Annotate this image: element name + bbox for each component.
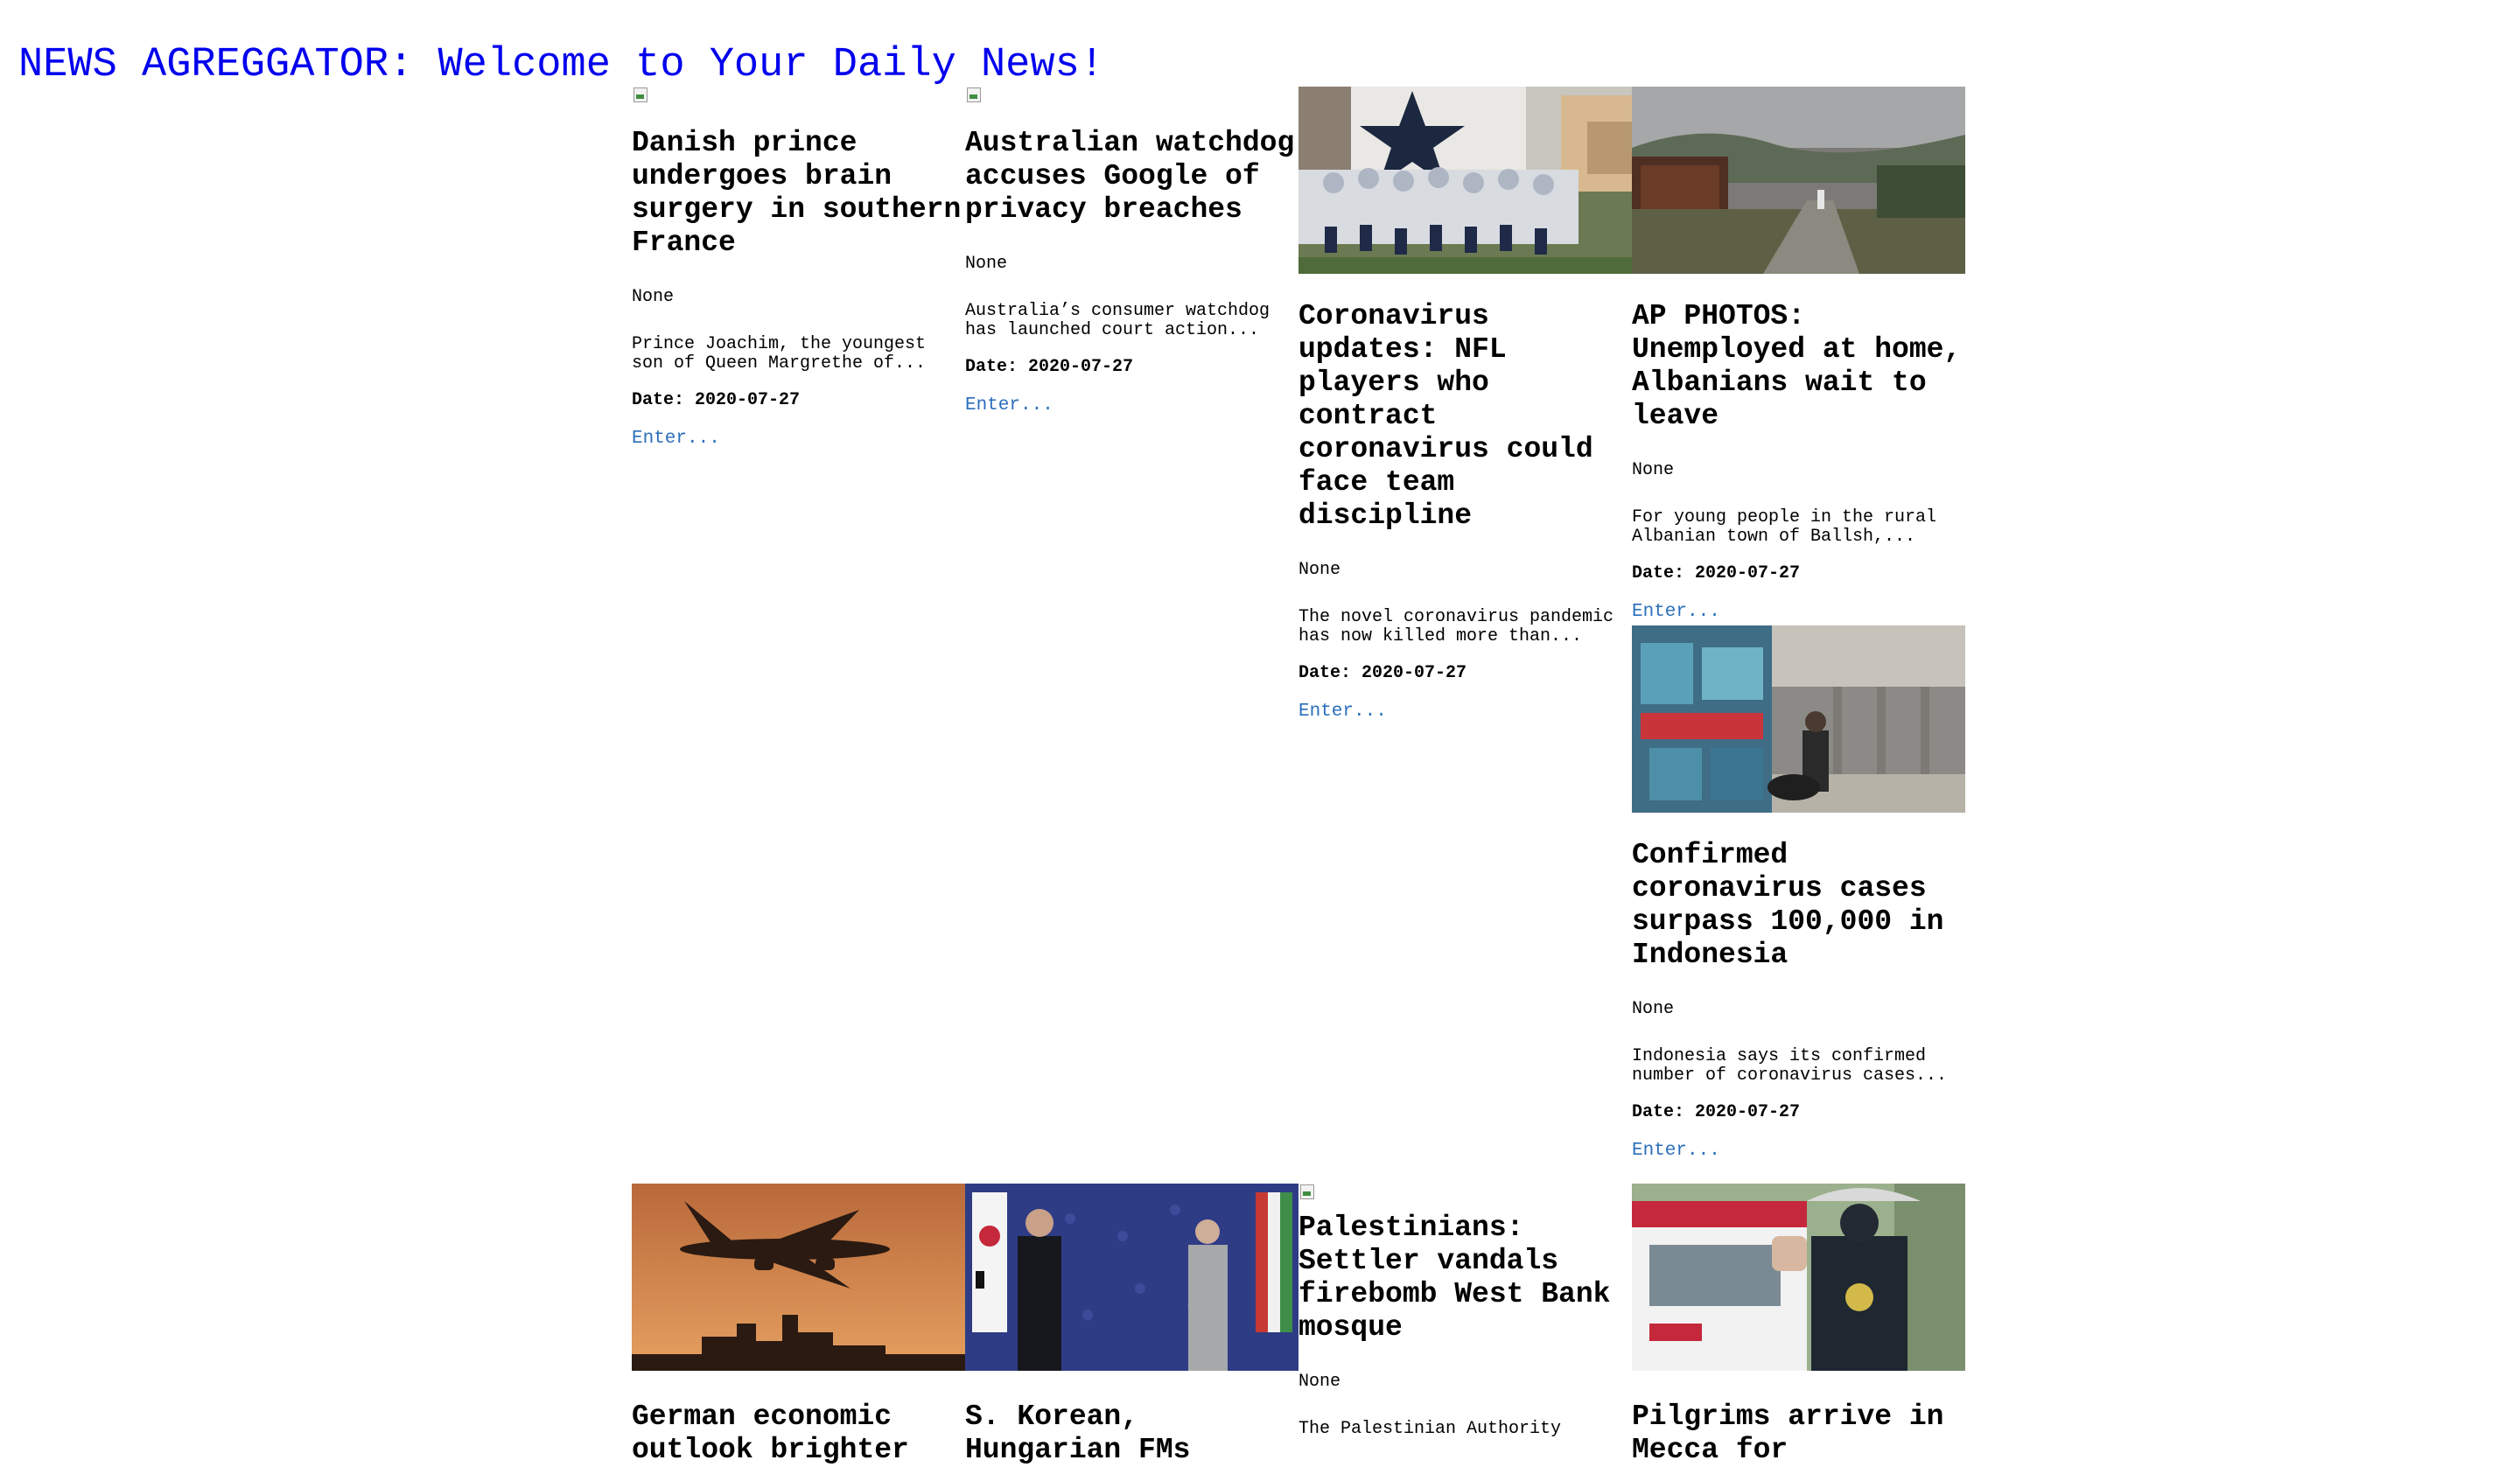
street-vendor-photo <box>1632 625 1965 813</box>
article-description: Australia’s consumer watchdog has launch… <box>965 301 1270 340</box>
enter-link[interactable]: Enter... <box>632 430 965 449</box>
article-author: None <box>1298 560 1341 580</box>
article-card: Danish prince undergoes brain surgery in… <box>632 87 965 449</box>
article-date: Date: 2020-07-27 <box>1632 563 1801 583</box>
article-title: Palestinians: Settler vandals firebomb W… <box>1298 1212 1611 1344</box>
enter-link[interactable]: Enter... <box>1632 1142 1965 1161</box>
article-title: Pilgrims arrive in Mecca for <box>1632 1401 1944 1466</box>
article-title: Confirmed coronavirus cases surpass 100,… <box>1632 839 1944 971</box>
article-author: None <box>965 254 1008 274</box>
article-title: German economic outlook brighter <box>632 1401 909 1466</box>
article-description: The novel coronavirus pandemic has now k… <box>1298 607 1614 646</box>
article-date: Date: 2020-07-27 <box>1632 1102 1801 1122</box>
article-title: S. Korean, Hungarian FMs <box>965 1401 1191 1466</box>
article-title: AP PHOTOS: Unemployed at home, Albanians… <box>1632 300 1962 432</box>
article-card: Australian watchdog accuses Google of pr… <box>965 87 1298 416</box>
article-card: Pilgrims arrive in Mecca for <box>1632 1184 1965 1467</box>
article-date: Date: 2020-07-27 <box>965 357 1134 377</box>
article-author: None <box>1632 460 1675 480</box>
article-card: Palestinians: Settler vandals firebomb W… <box>1298 1184 1632 1439</box>
article-card: AP PHOTOS: Unemployed at home, Albanians… <box>1632 87 1965 622</box>
article-card: Confirmed coronavirus cases surpass 100,… <box>1632 625 1965 1161</box>
enter-link[interactable]: Enter... <box>965 396 1298 416</box>
article-card: S. Korean, Hungarian FMs <box>965 1184 1298 1467</box>
article-author: None <box>1632 999 1675 1019</box>
article-card: Coronavirus updates: NFL players who con… <box>1298 87 1632 722</box>
article-author: None <box>632 287 675 307</box>
football-team-photo <box>1298 87 1632 274</box>
enter-link[interactable]: Enter... <box>1298 702 1632 722</box>
article-card: German economic outlook brighter <box>632 1184 965 1467</box>
article-title: Coronavirus updates: NFL players who con… <box>1298 300 1593 532</box>
ambulance-guard-photo <box>1632 1184 1965 1371</box>
diplomats-flags-photo <box>965 1184 1298 1371</box>
airplane-skyline-photo <box>632 1184 965 1371</box>
rural-town-photo <box>1632 87 1965 274</box>
enter-link[interactable]: Enter... <box>1632 603 1965 622</box>
article-date: Date: 2020-07-27 <box>632 390 801 410</box>
article-author: None <box>1298 1372 1341 1392</box>
article-description: Prince Joachim, the youngest son of Quee… <box>632 334 927 374</box>
broken-image-icon <box>632 87 649 104</box>
article-title: Danish prince undergoes brain surgery in… <box>632 127 962 259</box>
page-title: NEWS AGREGGATOR: Welcome to Your Daily N… <box>18 42 1105 88</box>
broken-image-icon <box>965 87 983 104</box>
article-description: Indonesia says its confirmed number of c… <box>1632 1046 1948 1086</box>
article-title: Australian watchdog accuses Google of pr… <box>965 127 1295 226</box>
article-description: For young people in the rural Albanian t… <box>1632 507 1937 547</box>
broken-image-icon <box>1298 1184 1316 1201</box>
article-date: Date: 2020-07-27 <box>1298 663 1467 683</box>
